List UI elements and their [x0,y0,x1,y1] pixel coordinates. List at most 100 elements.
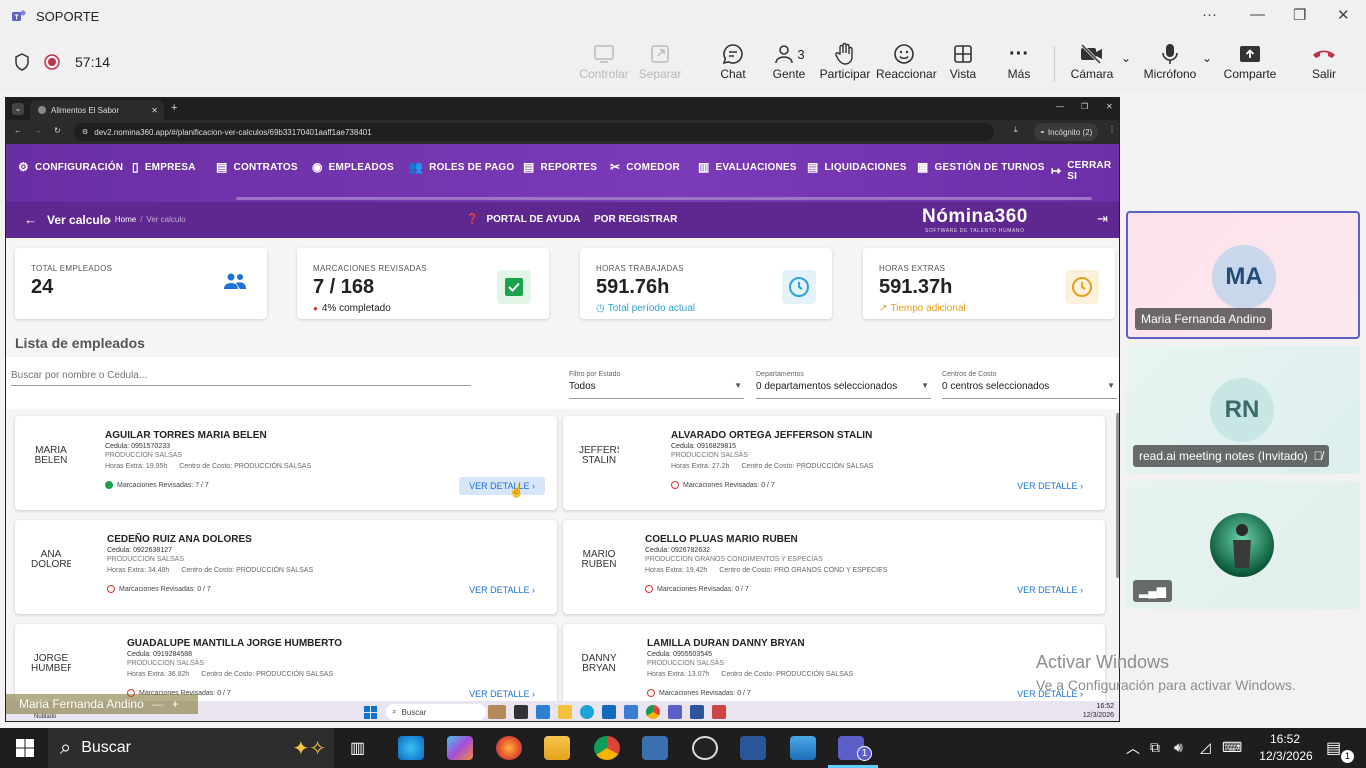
more-button[interactable]: ··· Más [991,41,1047,82]
view-detail-button[interactable]: VER DETALLE › [1007,477,1093,495]
outlook-icon[interactable] [602,705,616,719]
word-icon[interactable] [690,705,704,719]
camera-chevron-down-icon[interactable]: ⌄ [1121,51,1131,65]
employee-list-scrollbar[interactable] [1116,413,1119,578]
microphone-chevron-down-icon[interactable]: ⌄ [1202,51,1212,65]
nav-item-empresa[interactable]: ▯ EMPRESA [132,160,196,174]
nav-item-roles-de-pago[interactable]: 👥 ROLES DE PAGO [408,160,514,174]
department-filter-select[interactable]: Departamentos 0 departamentos selecciona… [756,371,931,399]
nav-item-cerrar-sesion[interactable]: ↦ CERRAR SI [1051,160,1119,182]
shared-taskbar-search[interactable]: ⌕ Buscar [386,704,486,720]
cost-center-filter-select[interactable]: Centros de Costo 0 centros seleccionados… [942,371,1117,399]
back-icon[interactable]: ← [14,126,22,135]
tray-chevron-up-icon[interactable]: ︿ [1126,738,1140,758]
view-button[interactable]: Vista [935,41,991,81]
nav-item-evaluaciones[interactable]: ▥ EVALUACIONES [698,160,797,174]
participant-tile-ma[interactable]: MA Maria Fernanda Andino [1126,211,1360,339]
browser-minimize-icon[interactable]: — [1056,102,1064,111]
store-icon[interactable] [536,705,550,719]
snipping-icon[interactable] [712,705,726,719]
reload-icon[interactable]: ↻ [54,126,61,135]
mail-icon[interactable] [624,705,638,719]
employee-name: CEDEÑO RUIZ ANA DOLORES [107,534,252,545]
nav-item-configuracion[interactable]: ⚙ CONFIGURACIÓN [18,160,123,174]
nav-item-comedor[interactable]: ✂ COMEDOR [610,160,680,174]
network-icon[interactable]: ◿ [1200,739,1211,756]
expand-self-view-icon[interactable]: + [172,697,179,711]
url-field[interactable]: ⚙ dev2.nomina360.app/#/planificacion-ver… [74,123,994,141]
media-player-icon[interactable] [692,736,718,760]
speaker-icon[interactable]: 🔊︎ [1174,739,1183,756]
breadcrumb-home[interactable]: Home [115,215,136,224]
forward-icon[interactable]: → [34,126,42,135]
task-view-icon[interactable] [514,705,528,719]
nav-item-contratos[interactable]: ▤ CONTRATOS [216,160,298,174]
camera-button[interactable]: Cámara [1064,41,1120,81]
browser-tab[interactable]: Alimentos El Sabor ✕ [30,100,164,120]
raise-hand-button[interactable]: Participar [817,41,873,81]
react-button[interactable]: Reaccionar [876,41,937,81]
minimize-self-view-icon[interactable]: — [152,697,164,711]
download-icon[interactable]: ⤓ [1014,125,1018,135]
pending-registration-link[interactable]: POR REGISTRAR [594,214,677,225]
teams-icon[interactable] [668,705,682,719]
tab-close-icon[interactable]: ✕ [151,106,158,115]
more-options-icon[interactable]: ··· [1202,6,1217,23]
tray-app-icon[interactable]: ⧉ [1150,739,1160,756]
employee-search-input[interactable] [11,366,471,386]
chat-button[interactable]: Chat [705,41,761,81]
firefox-icon[interactable] [496,736,522,760]
participant-tile-rn[interactable]: RN read.ai meeting notes (Invitado) 🎙̸ [1126,346,1360,474]
self-view-chip[interactable]: Maria Fernanda Andino — + [6,694,198,714]
view-detail-button[interactable]: VER DETALLE › [1007,581,1093,599]
nav-item-liquidaciones[interactable]: ▤ LIQUIDACIONES [807,160,907,174]
site-info-icon[interactable]: ⚙ [82,128,88,136]
task-view-icon[interactable]: ▥ [350,738,365,758]
view-detail-button[interactable]: VER DETALLE › [459,477,545,495]
participant-tile-photo[interactable]: ▂▄▆ [1126,481,1360,609]
chrome-icon[interactable] [646,705,660,719]
nav-item-empleados[interactable]: ◉ EMPLEADOS [312,160,394,174]
edge-icon[interactable] [398,736,424,760]
nav-item-gestion-de-turnos[interactable]: ▦ GESTIÓN DE TURNOS [917,160,1045,174]
minimize-icon[interactable]: — [1250,6,1265,23]
copilot-icon[interactable] [447,736,473,760]
folder-icon[interactable] [558,705,572,719]
remote-desktop-icon[interactable] [642,736,668,760]
share-button[interactable]: Comparte [1222,41,1278,81]
view-detail-button[interactable]: VER DETALLE › [459,581,545,599]
browser-menu-icon[interactable]: ⋮ [1108,125,1116,134]
nav-scrollbar[interactable] [236,197,1092,200]
status-filter-select[interactable]: Filtro por Estado Todos ▼ [569,371,744,399]
browser-close-icon[interactable]: ✕ [1106,102,1113,111]
windows-start-icon[interactable] [364,706,377,719]
keyboard-icon[interactable]: ⌨ [1222,739,1242,756]
taskbar-search[interactable]: ⌕ Buscar ✦✧ [48,728,334,768]
employee-cedula: Cedula: 0919284588 [127,651,193,658]
photos-icon[interactable] [790,736,816,760]
windows-logo-icon[interactable] [16,739,34,757]
nav-item-reportes[interactable]: ▤ REPORTES [523,160,597,174]
notifications-icon[interactable]: ▤ [1326,738,1341,758]
file-explorer-icon[interactable] [544,736,570,760]
close-icon[interactable]: ✕ [1337,6,1350,24]
app-thumbnail-icon[interactable] [488,705,506,719]
new-tab-icon[interactable]: + [171,102,177,114]
taskbar-date[interactable]: 12/3/2026 [1254,749,1318,763]
tab-menu-chevron-icon[interactable]: ⌄ [12,103,24,115]
people-button[interactable]: 3 Gente [761,41,817,81]
incognito-badge[interactable]: ◓ Incógnito (2) [1034,123,1099,141]
separate-button[interactable]: Separar [632,41,688,81]
control-button[interactable]: Controlar [576,41,632,81]
maximize-icon[interactable]: ❐ [1293,6,1306,24]
browser-restore-icon[interactable]: ❐ [1081,102,1088,111]
edge-icon[interactable] [580,705,594,719]
logout-icon[interactable]: ⇥ [1097,211,1108,227]
taskbar-time[interactable]: 16:52 [1262,732,1308,746]
microphone-button[interactable]: Micrófono [1142,41,1198,81]
word-icon[interactable] [740,736,766,760]
leave-button[interactable]: Salir [1296,41,1352,81]
chrome-icon[interactable] [594,736,620,760]
help-portal-link[interactable]: ❓ PORTAL DE AYUDA [466,214,580,225]
back-arrow-icon[interactable]: ← [24,212,37,227]
